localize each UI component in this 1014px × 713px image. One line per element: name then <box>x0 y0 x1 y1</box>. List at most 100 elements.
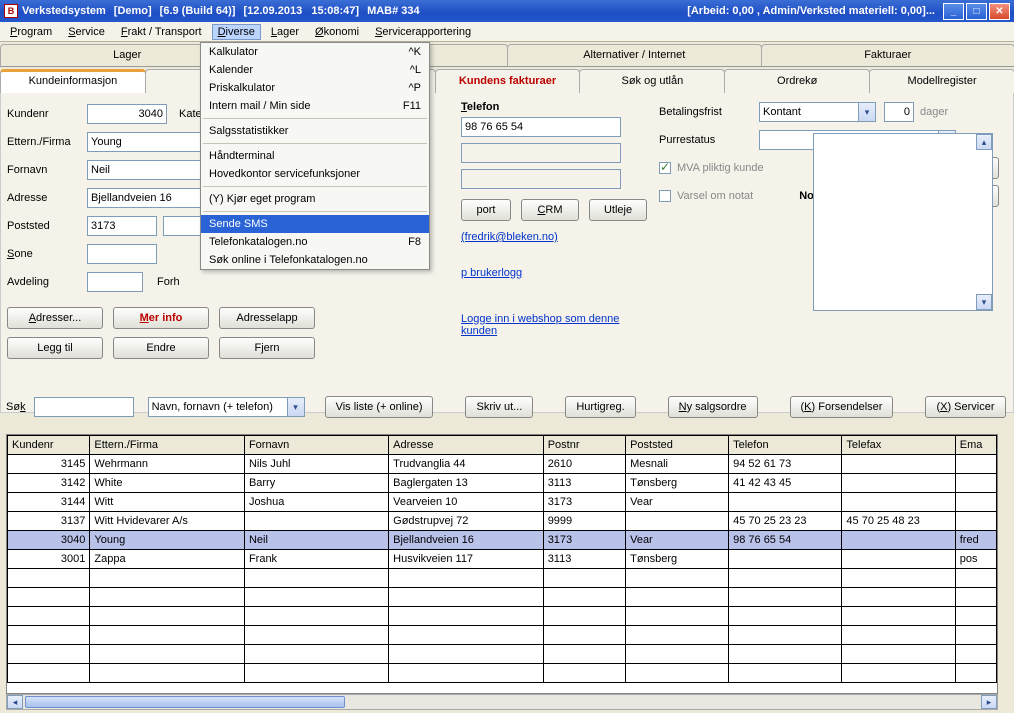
mva-checkbox[interactable] <box>659 162 671 174</box>
menu-item[interactable]: Hovedkontor servicefunksjoner <box>201 165 429 183</box>
table-row[interactable] <box>8 664 997 683</box>
sok-input[interactable] <box>34 397 134 417</box>
scroll-right-button[interactable]: ▸ <box>981 695 997 709</box>
betalingsfrist-days-input[interactable] <box>884 102 914 122</box>
etternfirma-label: Ettern./Firma <box>7 136 87 148</box>
subtab-5[interactable]: Ordrekø <box>724 69 870 93</box>
scroll-left-button[interactable]: ◂ <box>7 695 23 709</box>
table-row[interactable]: 3142WhiteBarryBaglergaten 133113Tønsberg… <box>8 474 997 493</box>
telefon-input[interactable] <box>461 117 621 137</box>
notater-scroll-down[interactable]: ▾ <box>976 294 992 310</box>
table-row[interactable] <box>8 626 997 645</box>
endre-button[interactable]: Endre <box>113 337 209 359</box>
betalingsfrist-combo[interactable] <box>759 102 859 122</box>
menu-item[interactable]: Salgsstatistikker <box>201 122 429 140</box>
servicer-button[interactable]: (X) Servicer <box>925 396 1005 418</box>
varsel-checkbox[interactable] <box>659 190 671 202</box>
visliste-button[interactable]: Vis liste (+ online) <box>325 396 434 418</box>
table-row[interactable]: 3145WehrmannNils JuhlTrudvanglia 442610M… <box>8 455 997 474</box>
grid-horizontal-scrollbar[interactable]: ◂ ▸ <box>6 694 998 710</box>
column-header[interactable]: Adresse <box>389 436 544 455</box>
column-header[interactable]: Fornavn <box>244 436 388 455</box>
sort-combo[interactable] <box>148 397 288 417</box>
port-button[interactable]: port <box>461 199 511 221</box>
menu-item[interactable]: Kalender^L <box>201 61 429 79</box>
customer-grid[interactable]: KundenrEttern./FirmaFornavnAdressePostnr… <box>6 434 998 694</box>
sort-combo-dropdown-button[interactable]: ▾ <box>288 397 305 417</box>
telefon3-input[interactable] <box>461 169 621 189</box>
subtab-4[interactable]: Søk og utlån <box>579 69 725 93</box>
menu-item[interactable]: (Y) Kjør eget program <box>201 190 429 208</box>
menu-lager[interactable]: Lager <box>265 24 305 40</box>
poststed-extra-input[interactable] <box>163 216 203 236</box>
menu-service[interactable]: Service <box>62 24 111 40</box>
table-row[interactable] <box>8 569 997 588</box>
column-header[interactable]: Ettern./Firma <box>90 436 245 455</box>
menu-item[interactable]: Kalkulator^K <box>201 43 429 61</box>
mva-label: MVA pliktig kunde <box>677 162 764 174</box>
table-row[interactable] <box>8 588 997 607</box>
app-name: Verkstedsystem <box>22 5 106 17</box>
merinfo-button[interactable]: Mer info <box>113 307 209 329</box>
notater-scroll-up[interactable]: ▴ <box>976 134 992 150</box>
menubar: Programdocument.currentScript.previousEl… <box>0 22 1014 42</box>
fjern-button[interactable]: Fjern <box>219 337 315 359</box>
menu-program[interactable]: Programdocument.currentScript.previousEl… <box>4 24 58 40</box>
table-row[interactable]: 3001ZappaFrankHusvikveien 1173113Tønsber… <box>8 550 997 569</box>
column-header[interactable]: Telefax <box>842 436 955 455</box>
sone-input[interactable] <box>87 244 157 264</box>
crm-button[interactable]: CRM <box>521 199 579 221</box>
table-row[interactable]: 3137Witt Hvidevarer A/sGødstrupvej 72999… <box>8 512 997 531</box>
menu-item[interactable]: Sende SMS <box>201 215 429 233</box>
betalingsfrist-dropdown-button[interactable]: ▾ <box>859 102 876 122</box>
subtab-3[interactable]: Kundens fakturaer <box>435 69 581 93</box>
adresselapp-button[interactable]: Adresselapp <box>219 307 315 329</box>
adresser-button[interactable]: AAdresser...dresser... <box>7 307 103 329</box>
menu-item[interactable]: Priskalkulator^P <box>201 79 429 97</box>
column-header[interactable]: Kundenr <box>8 436 90 455</box>
table-row[interactable]: 3040YoungNeilBjellandveien 163173Vear98 … <box>8 531 997 550</box>
table-row[interactable]: 3144WittJoshuaVearveien 103173Vear <box>8 493 997 512</box>
varsel-label: Varsel om notat <box>677 190 753 202</box>
sone-label: Sone <box>7 248 87 260</box>
notater-textarea[interactable]: ▴ ▾ <box>813 133 993 311</box>
tab-alternativer[interactable]: Alternativer / Internet <box>507 44 762 66</box>
menu-servicerapportering[interactable]: Servicerapportering <box>369 24 477 40</box>
title-right: [Arbeid: 0,00 , Admin/Verksted materiell… <box>687 5 935 17</box>
table-row[interactable] <box>8 645 997 664</box>
poststed-input[interactable] <box>87 216 157 236</box>
window-close-button[interactable]: ✕ <box>989 3 1010 20</box>
menu-item[interactable]: Søk online i Telefonkatalogen.no <box>201 251 429 269</box>
menu-item[interactable]: Telefonkatalogen.noF8 <box>201 233 429 251</box>
hurtigreg-button[interactable]: Hurtigreg. <box>565 396 635 418</box>
column-header[interactable]: Telefon <box>729 436 842 455</box>
brukerlogg-link[interactable]: p brukerlogg <box>461 267 522 279</box>
window-minimize-button[interactable]: _ <box>943 3 964 20</box>
table-row[interactable] <box>8 607 997 626</box>
forsend-button[interactable]: (K) Forsendelser <box>790 396 894 418</box>
telefon2-input[interactable] <box>461 143 621 163</box>
utleje-button[interactable]: Utleje <box>589 199 647 221</box>
nysalg-button[interactable]: Ny salgsordre <box>668 396 758 418</box>
menu-frakt[interactable]: Frakt / Transport <box>115 24 208 40</box>
scroll-thumb[interactable] <box>25 696 345 708</box>
column-header[interactable]: Postnr <box>543 436 625 455</box>
window-maximize-button[interactable]: □ <box>966 3 987 20</box>
title-seg-mab: MAB# 334 <box>367 5 420 17</box>
column-header[interactable]: Poststed <box>626 436 729 455</box>
menu-item[interactable]: Intern mail / Min sideF11 <box>201 97 429 115</box>
menu-diverse[interactable]: Diverse <box>212 24 261 40</box>
subtab-0[interactable]: Kundeinformasjon <box>0 69 146 93</box>
menu-okonomi[interactable]: Økonomi <box>309 24 365 40</box>
subtab-6[interactable]: Modellregister <box>869 69 1014 93</box>
fornavn-label: Fornavn <box>7 164 87 176</box>
skrivut-button[interactable]: Skriv ut... <box>465 396 533 418</box>
leggtil-button[interactable]: Legg til <box>7 337 103 359</box>
kundenr-input[interactable] <box>87 104 167 124</box>
column-header[interactable]: Ema <box>955 436 996 455</box>
avdeling-input[interactable] <box>87 272 143 292</box>
tab-fakturaer[interactable]: Fakturaer <box>761 44 1014 66</box>
webshop-link[interactable]: Logge inn i webshop som denne kunden <box>461 313 619 337</box>
email-link[interactable]: (fredrik@bleken.no) <box>461 231 558 243</box>
menu-item[interactable]: Håndterminal <box>201 147 429 165</box>
